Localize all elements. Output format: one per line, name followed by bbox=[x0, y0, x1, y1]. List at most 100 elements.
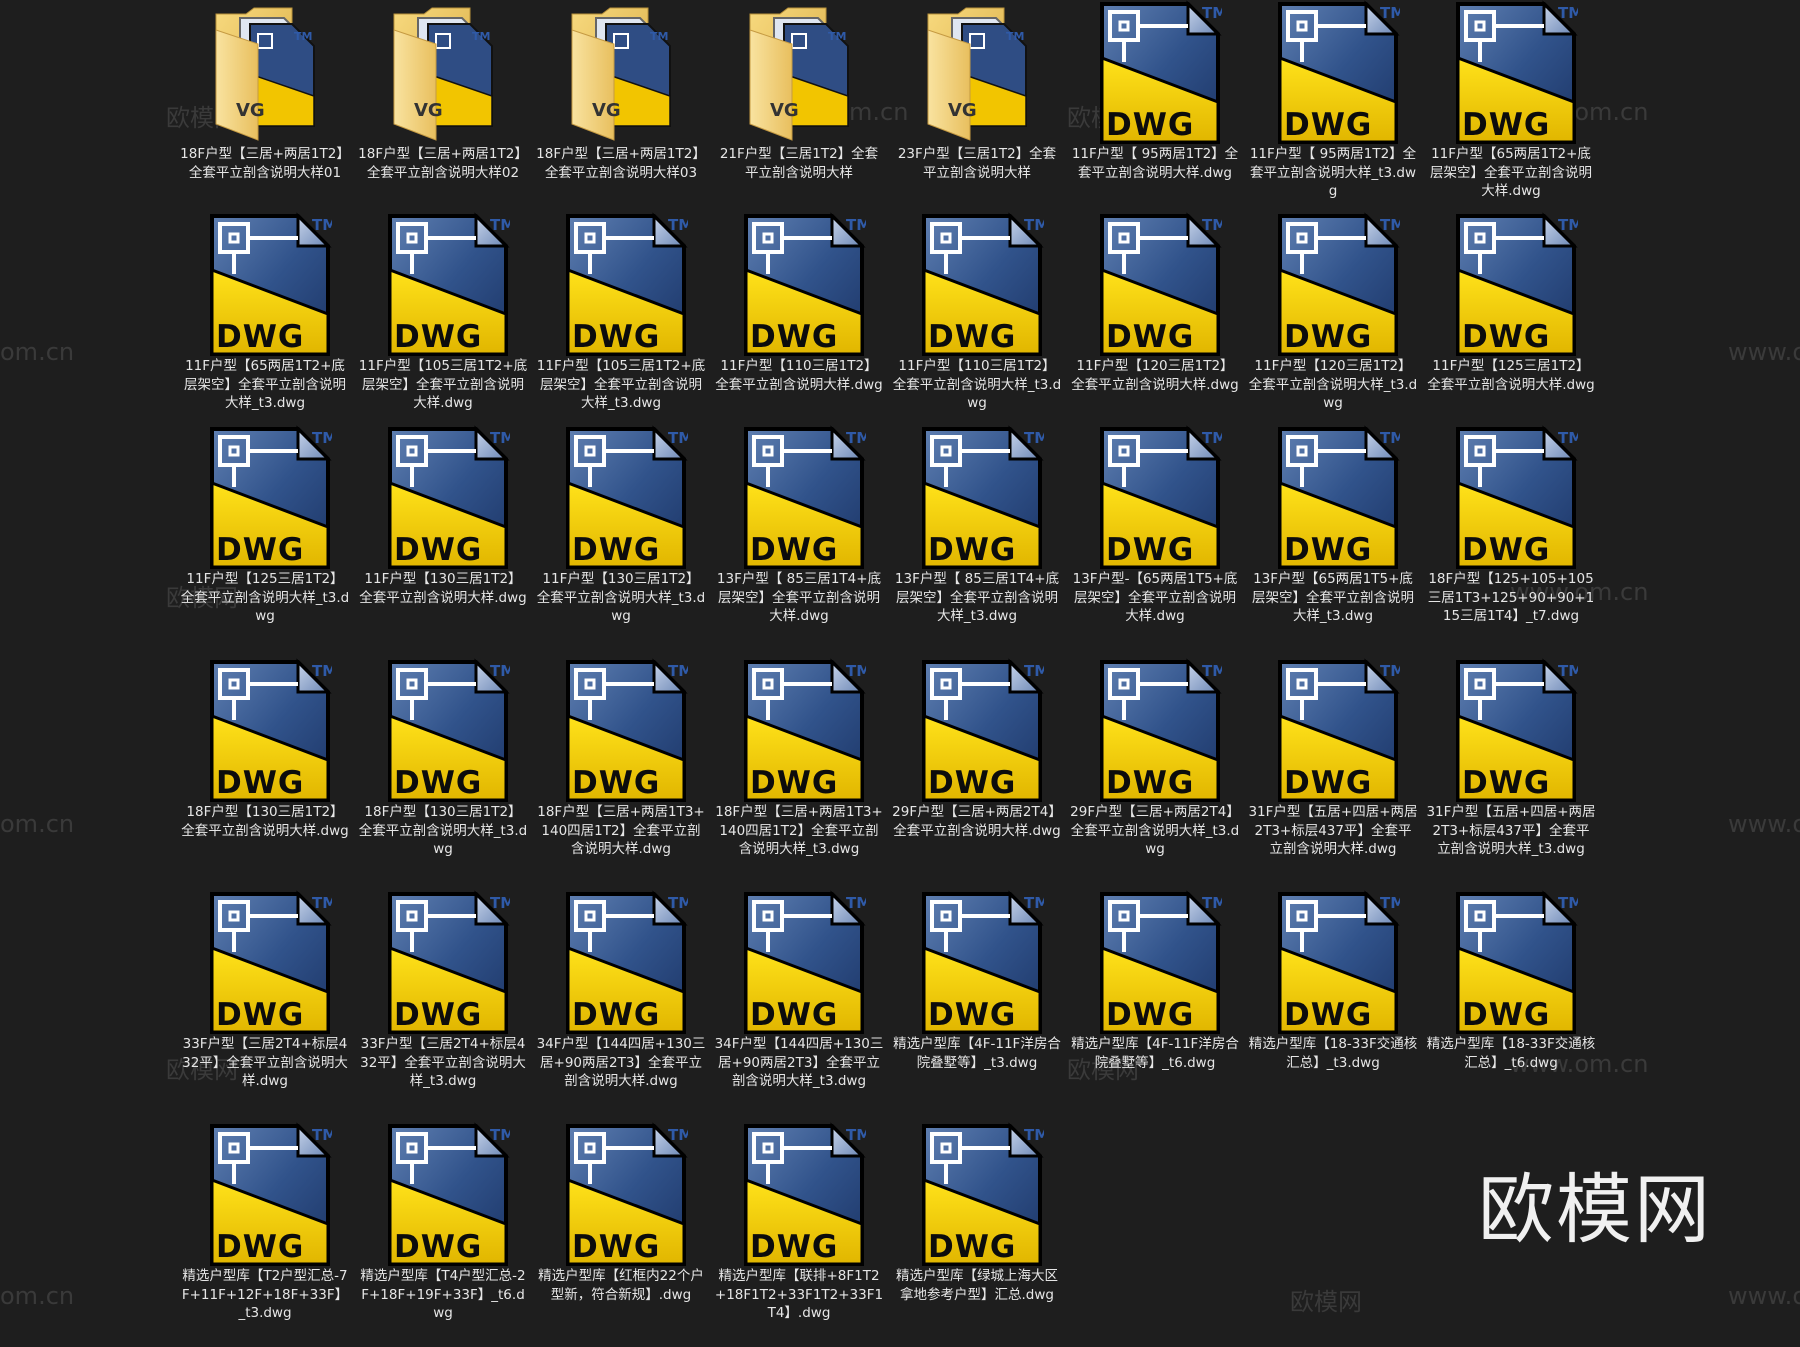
svg-text:TM: TM bbox=[1202, 894, 1222, 912]
dwg-file-icon: DWG TM bbox=[384, 212, 510, 358]
dwg-file-icon: DWG TM bbox=[206, 425, 332, 571]
svg-text:TM: TM bbox=[846, 662, 866, 680]
file-name-label: 18F户型【三居+两居1T2】全套平立剖含说明大样01 bbox=[180, 146, 350, 181]
file-name-label: 34F户型【144四居+130三居+90两居2T3】全套平立剖含说明大样.dwg bbox=[536, 1036, 706, 1089]
file-name-label: 精选户型库【绿城上海大区拿地参考户型】汇总.dwg bbox=[896, 1268, 1058, 1303]
dwg-file-icon: DWG TM bbox=[1096, 890, 1222, 1036]
dwg-file-icon: DWG TM bbox=[918, 1122, 1044, 1268]
file-name-label: 11F户型【130三居1T2】全套平立剖含说明大样.dwg bbox=[359, 571, 527, 606]
svg-text:TM: TM bbox=[828, 30, 846, 43]
svg-text:DWG: DWG bbox=[216, 319, 304, 355]
svg-text:TM: TM bbox=[1024, 662, 1044, 680]
file-name-label: 精选户型库【T4户型汇总-2F+18F+19F+33F】_t6.dwg bbox=[360, 1268, 526, 1321]
dwg-file-icon: DWG TM bbox=[384, 425, 510, 571]
svg-text:DWG: DWG bbox=[394, 765, 482, 801]
dwg-file-icon: DWG TM bbox=[918, 425, 1044, 571]
svg-text:DWG: DWG bbox=[1284, 319, 1372, 355]
file-name-label: 13F户型【65两居1T5+底层架空】全套平立剖含说明大样_t3.dwg bbox=[1252, 571, 1414, 624]
file-name-label: 34F户型【144四居+130三居+90两居2T3】全套平立剖含说明大样_t3.… bbox=[714, 1036, 884, 1089]
svg-text:TM: TM bbox=[846, 1126, 866, 1144]
svg-text:TM: TM bbox=[1380, 4, 1400, 22]
svg-text:DWG: DWG bbox=[1106, 765, 1194, 801]
svg-text:TM: TM bbox=[472, 30, 490, 43]
dwg-file-icon: DWG TM bbox=[918, 212, 1044, 358]
file-name-label: 29F户型【三居+两居2T4】全套平立剖含说明大样_t3.dwg bbox=[1070, 804, 1240, 857]
dwg-file-icon: DWG TM bbox=[1096, 425, 1222, 571]
svg-text:DWG: DWG bbox=[1106, 532, 1194, 568]
svg-text:TM: TM bbox=[490, 662, 510, 680]
svg-text:VG: VG bbox=[770, 100, 799, 121]
file-name-label: 11F户型【125三居1T2】全套平立剖含说明大样_t3.dwg bbox=[180, 571, 350, 624]
file-name-label: 33F户型【三居2T4+标层432平】全套平立剖含说明大样.dwg bbox=[182, 1036, 348, 1089]
svg-text:VG: VG bbox=[948, 100, 977, 121]
svg-text:DWG: DWG bbox=[1462, 532, 1550, 568]
dwg-file-icon: DWG TM bbox=[562, 212, 688, 358]
dwg-file-icon: DWG TM bbox=[1096, 0, 1222, 146]
svg-text:DWG: DWG bbox=[394, 997, 482, 1033]
svg-text:DWG: DWG bbox=[928, 1229, 1016, 1265]
svg-text:DWG: DWG bbox=[750, 532, 838, 568]
svg-text:DWG: DWG bbox=[1284, 765, 1372, 801]
svg-text:DWG: DWG bbox=[216, 1229, 304, 1265]
file-name-label: 18F户型【125+105+105三居1T3+125+90+90+115三居1T… bbox=[1427, 571, 1595, 624]
dwg-file-icon: DWG TM bbox=[1274, 658, 1400, 804]
svg-text:TM: TM bbox=[1202, 4, 1222, 22]
dwg-file-icon: DWG TM bbox=[740, 1122, 866, 1268]
folder-icon: TM VG bbox=[740, 0, 866, 146]
svg-text:TM: TM bbox=[490, 1126, 510, 1144]
file-name-label: 11F户型【120三居1T2】全套平立剖含说明大样.dwg bbox=[1071, 358, 1239, 393]
svg-text:TM: TM bbox=[1558, 4, 1578, 22]
svg-text:TM: TM bbox=[668, 216, 688, 234]
dwg-file-icon: DWG TM bbox=[1452, 212, 1578, 358]
file-name-label: 23F户型【三居1T2】全套平立剖含说明大样 bbox=[897, 146, 1057, 181]
dwg-file-icon: DWG TM bbox=[206, 1122, 332, 1268]
file-name-label: 11F户型【125三居1T2】全套平立剖含说明大样.dwg bbox=[1427, 358, 1595, 393]
svg-text:VG: VG bbox=[414, 100, 443, 121]
svg-text:DWG: DWG bbox=[1462, 319, 1550, 355]
svg-text:VG: VG bbox=[592, 100, 621, 121]
dwg-file-icon: DWG TM bbox=[562, 425, 688, 571]
svg-text:TM: TM bbox=[668, 429, 688, 447]
file-name-label: 18F户型【三居+两居1T3+140四居1T2】全套平立剖含说明大样_t3.dw… bbox=[715, 804, 883, 857]
svg-text:DWG: DWG bbox=[216, 765, 304, 801]
dwg-file-icon: DWG TM bbox=[740, 425, 866, 571]
file-name-label: 13F户型【 85三居1T4+底层架空】全套平立剖含说明大样_t3.dwg bbox=[894, 571, 1060, 624]
svg-text:VG: VG bbox=[236, 100, 265, 121]
dwg-file-icon: DWG TM bbox=[384, 1122, 510, 1268]
folder-icon: TM VG bbox=[918, 0, 1044, 146]
svg-text:DWG: DWG bbox=[572, 765, 660, 801]
dwg-file-icon: DWG TM bbox=[1452, 658, 1578, 804]
dwg-file-icon: DWG TM bbox=[740, 212, 866, 358]
svg-text:DWG: DWG bbox=[1284, 107, 1372, 143]
dwg-file-icon: DWG TM bbox=[1452, 0, 1578, 146]
svg-text:TM: TM bbox=[1380, 216, 1400, 234]
dwg-file-icon: DWG TM bbox=[1452, 890, 1578, 1036]
file-name-label: 精选户型库【4F-11F洋房合院叠墅等】_t6.dwg bbox=[1071, 1036, 1239, 1071]
svg-text:TM: TM bbox=[312, 1126, 332, 1144]
svg-text:TM: TM bbox=[312, 662, 332, 680]
svg-text:TM: TM bbox=[1006, 30, 1024, 43]
svg-text:TM: TM bbox=[1558, 662, 1578, 680]
svg-text:TM: TM bbox=[668, 894, 688, 912]
svg-text:TM: TM bbox=[1024, 1126, 1044, 1144]
dwg-file-icon: DWG TM bbox=[1096, 658, 1222, 804]
svg-text:DWG: DWG bbox=[216, 532, 304, 568]
svg-text:TM: TM bbox=[1024, 216, 1044, 234]
file-name-label: 精选户型库【4F-11F洋房合院叠墅等】_t3.dwg bbox=[893, 1036, 1061, 1071]
dwg-file-icon: DWG TM bbox=[918, 890, 1044, 1036]
svg-text:DWG: DWG bbox=[1462, 107, 1550, 143]
file-name-label: 精选户型库【18-33F交通核汇总】_t3.dwg bbox=[1248, 1036, 1418, 1071]
folder-icon: TM VG bbox=[562, 0, 688, 146]
svg-text:DWG: DWG bbox=[394, 532, 482, 568]
svg-text:DWG: DWG bbox=[750, 1229, 838, 1265]
file-name-label: 33F户型【三居2T4+标层432平】全套平立剖含说明大样_t3.dwg bbox=[360, 1036, 526, 1089]
svg-text:TM: TM bbox=[312, 216, 332, 234]
folder-icon: TM VG bbox=[206, 0, 332, 146]
file-name-label: 11F户型【65两居1T2+底层架空】全套平立剖含说明大样_t3.dwg bbox=[184, 358, 346, 411]
file-name-label: 13F户型-【65两居1T5+底层架空】全套平立剖含说明大样.dwg bbox=[1072, 571, 1238, 624]
folder-icon: TM VG bbox=[384, 0, 510, 146]
svg-text:TM: TM bbox=[1380, 662, 1400, 680]
svg-text:TM: TM bbox=[1558, 894, 1578, 912]
file-name-label: 18F户型【三居+两居1T2】全套平立剖含说明大样02 bbox=[358, 146, 528, 181]
dwg-file-icon: DWG TM bbox=[1274, 890, 1400, 1036]
